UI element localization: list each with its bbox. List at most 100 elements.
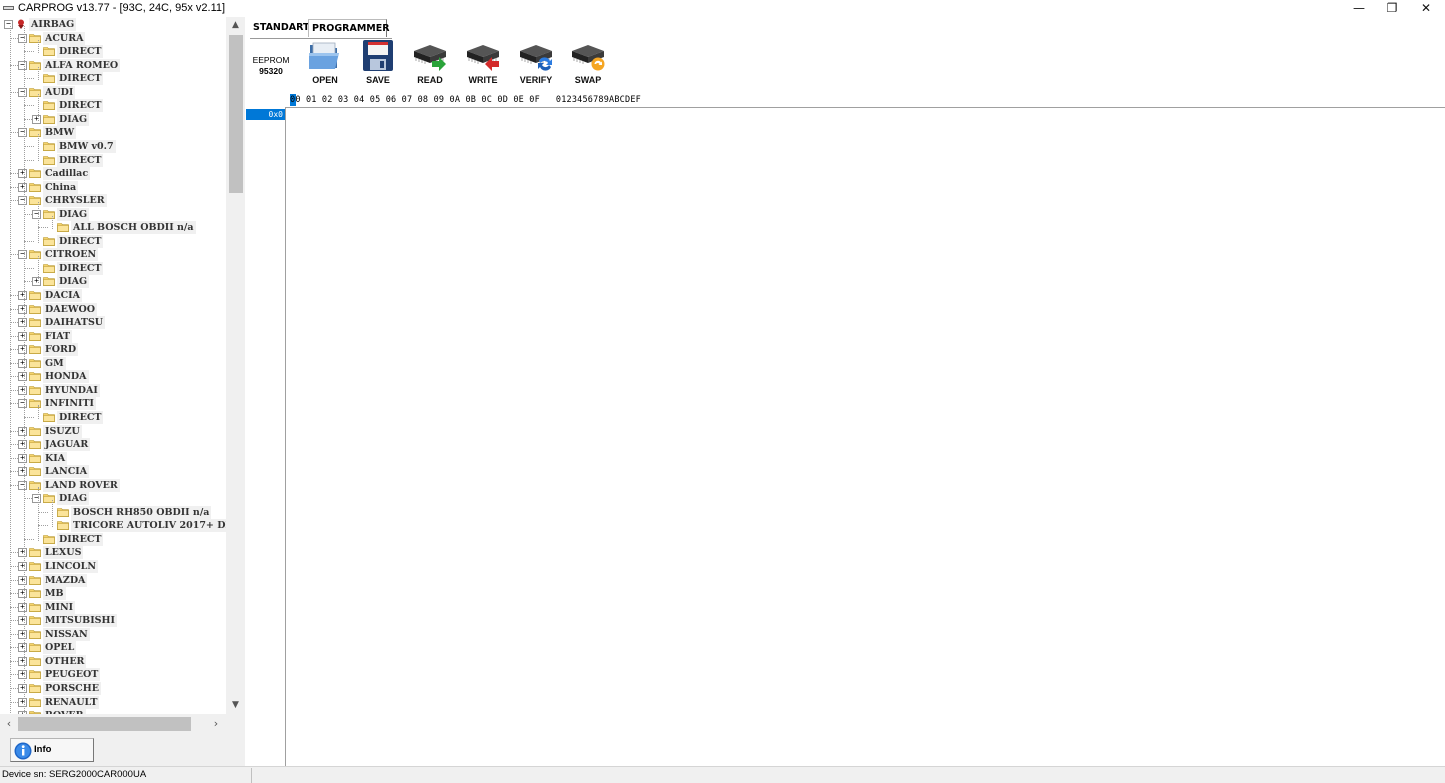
expand-icon[interactable]: +	[32, 277, 41, 287]
collapse-icon[interactable]: −	[18, 128, 27, 138]
expand-icon[interactable]: +	[18, 440, 27, 450]
expand-icon[interactable]: +	[18, 616, 27, 626]
info-button[interactable]: Info	[10, 738, 94, 762]
collapse-icon[interactable]: −	[4, 20, 13, 29]
tree-item-kia[interactable]: + KIA	[0, 451, 226, 465]
swap-button[interactable]: SWAP	[563, 39, 613, 87]
tree-item-chrysler[interactable]: − CHRYSLER	[0, 194, 226, 208]
collapse-icon[interactable]: −	[18, 480, 27, 490]
tree-item-direct[interactable]: DIRECT	[0, 261, 226, 275]
hex-address-row[interactable]: 0x0	[246, 109, 285, 120]
verify-button[interactable]: VERIFY	[511, 39, 561, 87]
tree-item-ford[interactable]: + FORD	[0, 343, 226, 357]
collapse-icon[interactable]: −	[32, 494, 41, 504]
tree-item-jaguar[interactable]: + JAGUAR	[0, 438, 226, 452]
tree-item-fiat[interactable]: + FIAT	[0, 329, 226, 343]
tree-item-porsche[interactable]: + PORSCHE	[0, 681, 226, 695]
tree-item-airbag[interactable]: − AIRBAG	[0, 18, 226, 31]
expand-icon[interactable]: +	[18, 589, 27, 599]
expand-icon[interactable]: +	[18, 629, 27, 639]
expand-icon[interactable]: +	[18, 562, 27, 571]
vehicle-tree[interactable]: − AIRBAG − ACURA DIRECT − ALFA ROMEO DIRECT − AUD…	[0, 17, 226, 714]
collapse-icon[interactable]: −	[18, 250, 27, 260]
tree-item-diag[interactable]: + DIAG	[0, 275, 226, 289]
expand-icon[interactable]: +	[18, 602, 27, 612]
tab-programmer[interactable]: PROGRAMMER	[308, 19, 390, 37]
read-button[interactable]: READ	[405, 39, 455, 87]
tree-item-alfa-romeo[interactable]: − ALFA ROMEO	[0, 58, 226, 72]
tree-item-honda[interactable]: + HONDA	[0, 370, 226, 384]
tree-item-direct[interactable]: DIRECT	[0, 72, 226, 86]
expand-icon[interactable]: +	[18, 575, 27, 585]
tree-item-peugeot[interactable]: + PEUGEOT	[0, 668, 226, 682]
tree-horizontal-scrollbar[interactable]: ‹ ›	[0, 714, 226, 734]
tree-item-lancia[interactable]: + LANCIA	[0, 465, 226, 479]
tree-item-mini[interactable]: + MINI	[0, 600, 226, 614]
save-button[interactable]: SAVE	[353, 39, 403, 87]
expand-icon[interactable]: +	[18, 426, 27, 436]
scroll-right-icon[interactable]: ›	[207, 714, 225, 734]
tree-item-mazda[interactable]: + MAZDA	[0, 573, 226, 587]
expand-icon[interactable]: +	[18, 385, 27, 395]
tree-item-diag[interactable]: − DIAG	[0, 207, 226, 221]
expand-icon[interactable]: +	[18, 304, 27, 314]
tree-item-audi[interactable]: − AUDI	[0, 85, 226, 99]
expand-icon[interactable]: +	[18, 345, 27, 355]
tree-item-direct[interactable]: DIRECT	[0, 45, 226, 59]
hscroll-thumb[interactable]	[18, 717, 191, 731]
tree-item-land-rover[interactable]: − LAND ROVER	[0, 478, 226, 492]
tree-item-bosch-rh850-obdii-n-a[interactable]: BOSCH RH850 OBDII n/a	[0, 505, 226, 519]
collapse-icon[interactable]: −	[18, 399, 27, 409]
tree-item-direct[interactable]: DIRECT	[0, 410, 226, 424]
tree-item-lexus[interactable]: + LEXUS	[0, 546, 226, 560]
minimize-button[interactable]: —	[1342, 0, 1376, 17]
tree-item-direct[interactable]: DIRECT	[0, 99, 226, 113]
tree-item-all-bosch-obdii-n-a[interactable]: ALL BOSCH OBDII n/a	[0, 221, 226, 235]
tree-item-acura[interactable]: − ACURA	[0, 31, 226, 45]
write-button[interactable]: WRITE	[458, 39, 508, 87]
expand-icon[interactable]: +	[18, 697, 27, 707]
expand-icon[interactable]: +	[18, 318, 27, 328]
close-button[interactable]: ✕	[1409, 0, 1443, 17]
tree-item-infiniti[interactable]: − INFINITI	[0, 397, 226, 411]
tree-item-tricore-autoliv-2017-diag-n[interactable]: TRICORE AUTOLIV 2017+ DIAG n	[0, 519, 226, 533]
tree-item-direct[interactable]: DIRECT	[0, 153, 226, 167]
tree-item-cadillac[interactable]: + Cadillac	[0, 167, 226, 181]
tree-item-bmw-v0-7[interactable]: BMW v0.7	[0, 139, 226, 153]
collapse-icon[interactable]: −	[18, 87, 27, 97]
collapse-icon[interactable]: −	[18, 196, 27, 206]
expand-icon[interactable]: +	[18, 548, 27, 558]
expand-icon[interactable]: +	[18, 182, 27, 192]
expand-icon[interactable]: +	[18, 453, 27, 463]
tree-vertical-scrollbar[interactable]: ▲ ▼	[226, 17, 245, 714]
tree-item-diag[interactable]: + DIAG	[0, 112, 226, 126]
scroll-down-icon[interactable]: ▼	[226, 697, 245, 714]
tree-item-renault[interactable]: + RENAULT	[0, 695, 226, 709]
tree-item-mb[interactable]: + MB	[0, 587, 226, 601]
collapse-icon[interactable]: −	[18, 33, 27, 43]
tree-item-direct[interactable]: DIRECT	[0, 234, 226, 248]
expand-icon[interactable]: +	[18, 169, 27, 179]
expand-icon[interactable]: +	[18, 358, 27, 368]
open-button[interactable]: OPEN	[300, 39, 350, 87]
tab-standart[interactable]: STANDART	[250, 19, 310, 37]
expand-icon[interactable]: +	[18, 372, 27, 382]
tree-item-lincoln[interactable]: + LINCOLN	[0, 560, 226, 573]
expand-icon[interactable]: +	[18, 643, 27, 653]
tree-item-hyundai[interactable]: + HYUNDAI	[0, 383, 226, 397]
tree-item-bmw[interactable]: − BMW	[0, 126, 226, 140]
tree-item-mitsubishi[interactable]: + MITSUBISHI	[0, 614, 226, 628]
expand-icon[interactable]: +	[18, 291, 27, 300]
expand-icon[interactable]: +	[18, 656, 27, 666]
scroll-up-icon[interactable]: ▲	[226, 17, 245, 34]
expand-icon[interactable]: +	[18, 331, 27, 341]
collapse-icon[interactable]: −	[18, 60, 27, 70]
collapse-icon[interactable]: −	[32, 209, 41, 219]
tree-item-nissan[interactable]: + NISSAN	[0, 627, 226, 641]
tree-item-isuzu[interactable]: + ISUZU	[0, 424, 226, 438]
tree-item-diag[interactable]: − DIAG	[0, 492, 226, 506]
tree-item-citroen[interactable]: − CITROEN	[0, 248, 226, 262]
tree-item-gm[interactable]: + GM	[0, 356, 226, 370]
tree-item-daihatsu[interactable]: + DAIHATSU	[0, 316, 226, 330]
scroll-left-icon[interactable]: ‹	[0, 714, 18, 734]
